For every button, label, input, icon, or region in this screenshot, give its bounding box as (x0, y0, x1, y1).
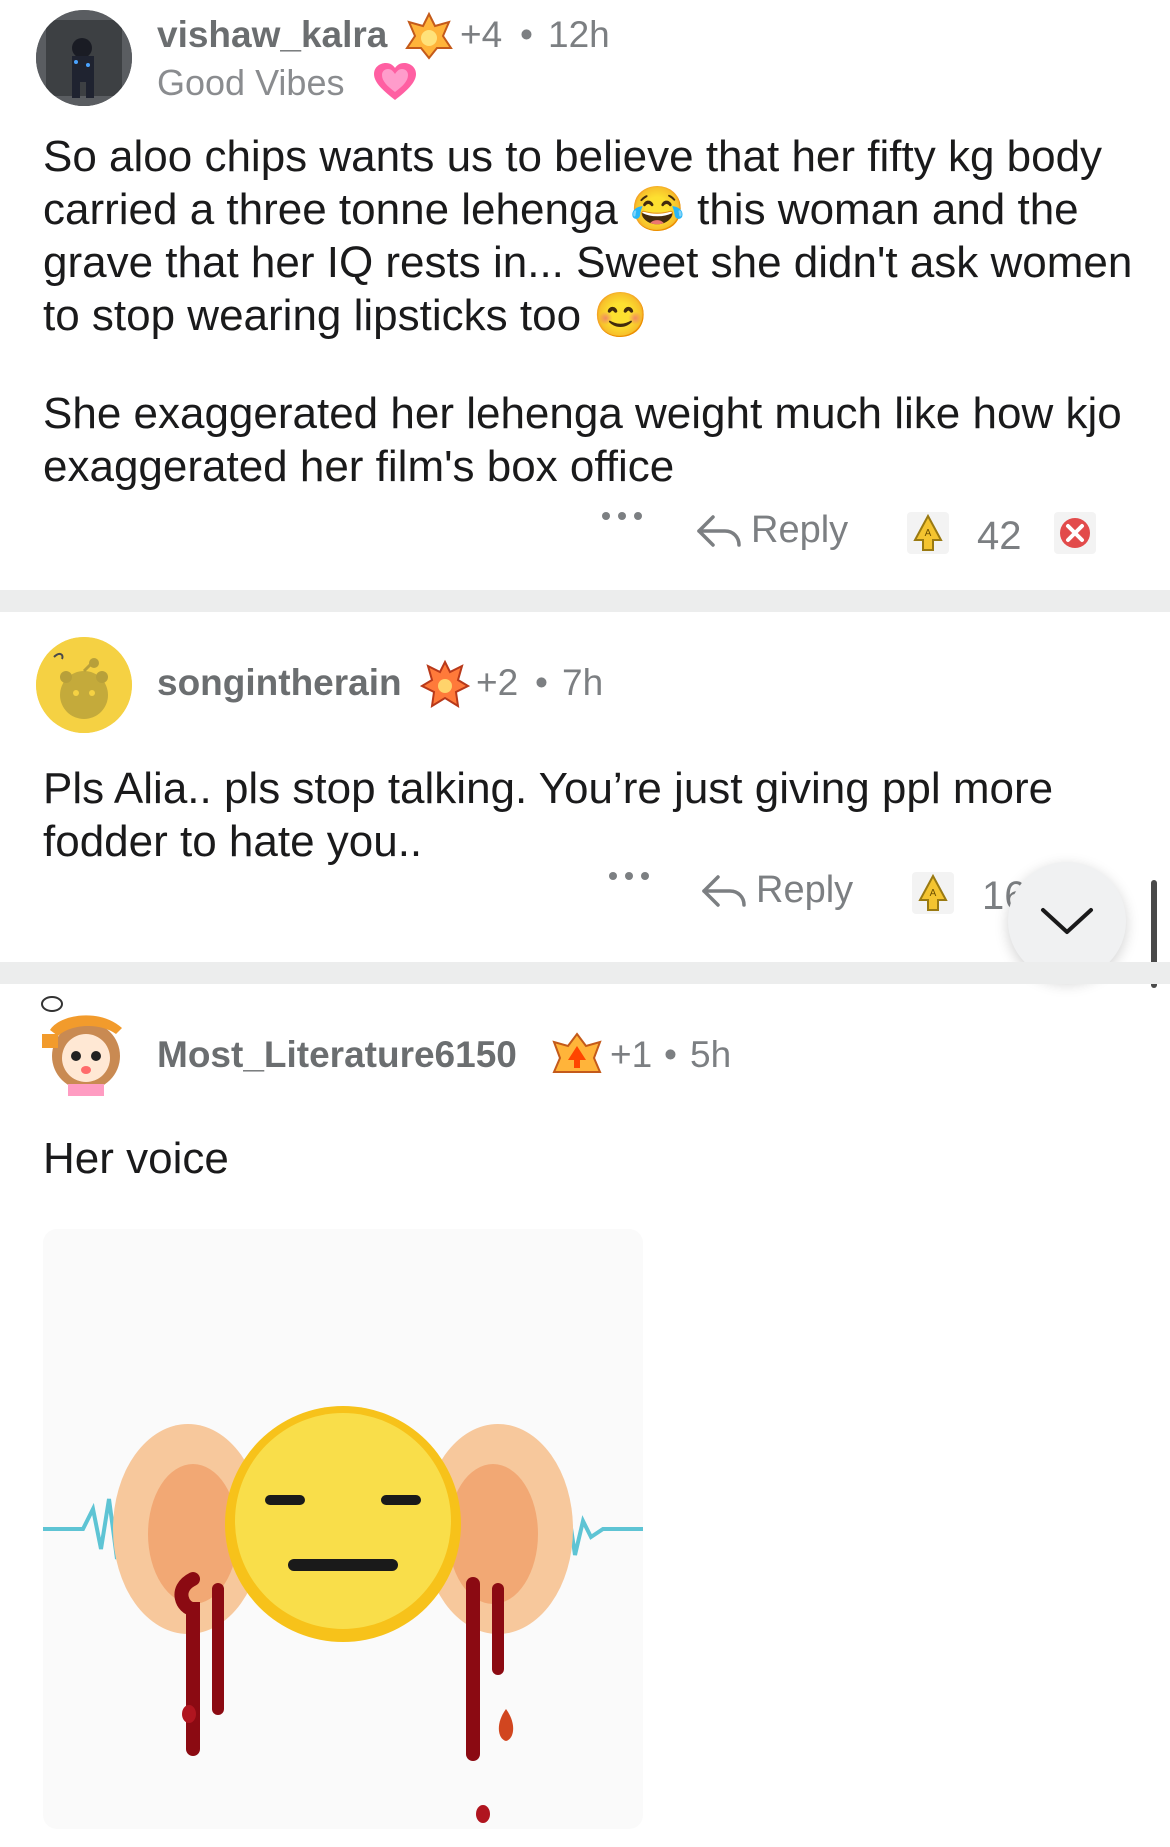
comment-body: Pls Alia.. pls stop talking. You’re just… (43, 764, 1054, 866)
separator-dot: • (535, 662, 548, 703)
more-options-button[interactable] (607, 870, 651, 882)
more-dots-icon (602, 512, 642, 520)
heart-icon (372, 62, 418, 107)
award-icon[interactable] (403, 10, 455, 67)
timestamp: 5h (690, 1034, 732, 1075)
award-count: +4 (460, 14, 503, 55)
avatar[interactable] (36, 10, 132, 106)
comment-body: Her voice (43, 1134, 229, 1183)
comment-3: Most_Literature6150 +1 • 5h Her voice (0, 984, 1170, 1847)
reply-label: Reply (756, 869, 854, 911)
comment-body: She exaggerated her lehenga weight much … (43, 389, 1122, 491)
vote-count: 42 (977, 514, 1022, 558)
timestamp: 12h (548, 14, 610, 55)
username[interactable]: Most_Literature6150 (157, 1034, 517, 1076)
user-flair: Good Vibes (157, 62, 345, 103)
avatar[interactable] (30, 994, 134, 1098)
reply-icon (702, 874, 746, 907)
reply-button[interactable]: Reply (700, 869, 853, 912)
upvote-icon[interactable]: A (905, 510, 951, 561)
comment-body: So aloo chips wants us to believe that h… (43, 132, 1133, 340)
comment-divider (0, 590, 1170, 612)
award-count: +1 (610, 1034, 653, 1075)
downvote-icon[interactable] (1052, 510, 1098, 561)
more-dots-icon (609, 872, 649, 880)
chevron-down-icon (1041, 908, 1093, 934)
comment-divider (0, 962, 1170, 984)
upvote-icon[interactable]: A (910, 870, 956, 921)
reply-label: Reply (751, 509, 849, 551)
avatar[interactable] (36, 637, 132, 733)
svg-text:A: A (930, 888, 937, 899)
reply-button[interactable]: Reply (695, 509, 848, 552)
comment-1: vishaw_kalra +4 • 12h Good Vibes So aloo… (0, 0, 1170, 590)
svg-text:A: A (925, 528, 932, 539)
timestamp: 7h (562, 662, 604, 703)
username[interactable]: vishaw_kalra (157, 14, 387, 56)
comment-2: songintherain +2 • 7h Pls Alia.. pls sto… (0, 612, 1170, 962)
comment-image[interactable] (43, 1229, 643, 1829)
separator-dot: • (520, 14, 533, 55)
more-options-button[interactable] (600, 510, 644, 522)
separator-dot: • (664, 1034, 677, 1075)
reply-icon (697, 514, 741, 547)
username[interactable]: songintherain (157, 662, 402, 704)
award-icon[interactable] (550, 1030, 604, 1085)
bleeding-ears-emoji-icon (43, 1406, 643, 1823)
award-icon[interactable] (419, 658, 471, 715)
award-count: +2 (476, 662, 519, 703)
